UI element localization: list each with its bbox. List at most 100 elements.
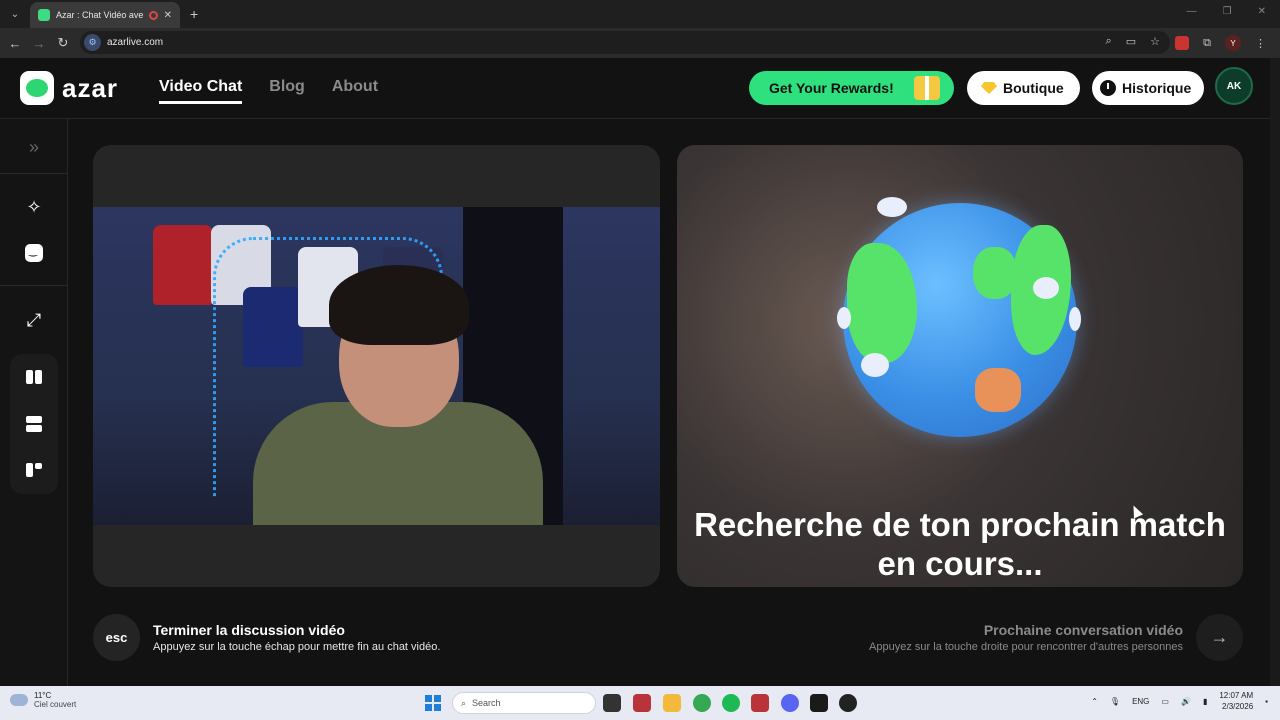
- app-icon[interactable]: [633, 694, 651, 712]
- sidebar-divider: [0, 173, 68, 174]
- self-video-panel: [93, 145, 660, 587]
- gem-icon: [981, 82, 997, 94]
- self-camera-feed: [93, 207, 660, 525]
- volume-icon[interactable]: 🔊: [1181, 697, 1191, 706]
- address-bar[interactable]: ⚙ azarlive.com ⌕ ▭ ☆: [80, 31, 1170, 54]
- historique-button[interactable]: Historique: [1092, 71, 1204, 105]
- tray-chevron-icon[interactable]: ⌃: [1091, 697, 1098, 706]
- double-chevron-right-icon: »: [28, 136, 39, 157]
- azar-logo-icon: [20, 71, 54, 105]
- file-explorer-icon[interactable]: [663, 694, 681, 712]
- browser-toolbar: ← → ↻ ⚙ azarlive.com ⌕ ▭ ☆ ⧉ Y ⋮: [0, 28, 1280, 58]
- browser-tabbar: ⌄ Azar : Chat Vidéo avec de n ✕ + — ❐ ✕: [0, 0, 1280, 28]
- task-view-icon[interactable]: [603, 694, 621, 712]
- system-tray: ⌃ 🎙 ENG ▭ 🔊 ▮ 12:07 AM 2/3/2026 ▪: [1091, 690, 1268, 712]
- os-taskbar: 11°C Ciel couvert ⌕ Search ⌃ 🎙 ENG ▭ 🔊 ▮…: [0, 686, 1280, 720]
- next-chat-title: Prochaine conversation vidéo: [983, 622, 1183, 638]
- historique-label: Historique: [1122, 80, 1192, 96]
- wall-jersey: [153, 225, 213, 305]
- taskbar-clock[interactable]: 12:07 AM 2/3/2026: [1219, 690, 1253, 712]
- main-nav: Video Chat Blog About: [159, 78, 378, 104]
- reload-icon[interactable]: ↻: [51, 35, 75, 51]
- nav-about[interactable]: About: [332, 78, 378, 104]
- url-text: azarlive.com: [107, 37, 164, 48]
- spotify-icon[interactable]: [722, 694, 740, 712]
- app-header: azar Video Chat Blog About Get Your Rewa…: [0, 58, 1270, 119]
- tab-search-icon[interactable]: ⌄: [4, 3, 26, 25]
- sidebar-divider: [0, 285, 68, 286]
- cast-icon[interactable]: ▭: [1126, 35, 1136, 48]
- close-window-icon[interactable]: ✕: [1258, 6, 1266, 17]
- rewards-button[interactable]: Get Your Rewards!: [749, 71, 954, 105]
- boutique-button[interactable]: Boutique: [967, 71, 1080, 105]
- discord-icon[interactable]: [781, 694, 799, 712]
- minimize-icon[interactable]: —: [1187, 6, 1197, 17]
- boutique-label: Boutique: [1003, 80, 1064, 96]
- browser-tab[interactable]: Azar : Chat Vidéo avec de n ✕: [30, 2, 180, 28]
- site-info-icon[interactable]: ⚙: [84, 34, 101, 51]
- nav-blog[interactable]: Blog: [269, 78, 305, 104]
- chrome-icon[interactable]: [693, 694, 711, 712]
- end-chat-button[interactable]: esc: [93, 614, 140, 661]
- weather-widget[interactable]: 11°C Ciel couvert: [10, 691, 76, 709]
- rewards-label: Get Your Rewards!: [769, 80, 894, 96]
- clock-icon: [1100, 80, 1116, 96]
- date-text: 2/3/2026: [1222, 702, 1254, 711]
- microphone-icon[interactable]: 🎙: [1110, 697, 1120, 706]
- end-chat-title: Terminer la discussion vidéo: [153, 622, 345, 638]
- battery-icon[interactable]: ▮: [1203, 697, 1207, 706]
- taskbar-search[interactable]: ⌕ Search: [452, 692, 596, 714]
- bookmark-star-icon[interactable]: ☆: [1150, 35, 1160, 48]
- fullscreen-icon: ⤢: [26, 309, 42, 330]
- azar-logo[interactable]: azar: [20, 71, 118, 105]
- globe-icon: [837, 197, 1081, 437]
- app-icon[interactable]: [810, 694, 828, 712]
- search-icon: ⌕: [461, 697, 467, 708]
- effects-button[interactable]: ✧: [12, 185, 56, 229]
- tab-title: Azar : Chat Vidéo avec de n: [56, 10, 143, 20]
- layout-split-button[interactable]: [12, 355, 56, 399]
- expand-sidebar-button[interactable]: »: [12, 125, 56, 169]
- match-video-panel: Recherche de ton prochain match en cours…: [677, 145, 1243, 587]
- language-indicator[interactable]: ENG: [1132, 697, 1149, 706]
- tab-close-icon[interactable]: ✕: [164, 10, 172, 21]
- user-avatar[interactable]: AK: [1215, 67, 1253, 105]
- network-icon[interactable]: ▭: [1161, 697, 1169, 706]
- taskbar-search-label: Search: [472, 698, 501, 708]
- arrow-right-icon: →: [1210, 627, 1229, 647]
- window-controls: — ❐ ✕: [1187, 6, 1266, 17]
- weather-temp: 11°C: [34, 691, 52, 700]
- new-tab-button[interactable]: +: [190, 6, 198, 22]
- fullscreen-button[interactable]: ⤢: [12, 298, 56, 342]
- face-filter-button[interactable]: [12, 231, 56, 275]
- back-icon[interactable]: ←: [3, 36, 27, 51]
- notifications-icon[interactable]: ▪: [1265, 697, 1268, 706]
- zoom-icon[interactable]: ⌕: [1106, 35, 1112, 48]
- time-text: 12:07 AM: [1219, 691, 1254, 700]
- nav-video-chat[interactable]: Video Chat: [159, 78, 243, 104]
- restore-icon[interactable]: ❐: [1223, 6, 1232, 17]
- app-icon[interactable]: [751, 694, 769, 712]
- page-scrollbar[interactable]: [1270, 58, 1280, 686]
- layout-stack-button[interactable]: [12, 402, 56, 446]
- layout-stack-icon: [26, 416, 42, 432]
- face-filter-icon: [25, 244, 43, 262]
- forward-icon[interactable]: →: [27, 36, 51, 51]
- browser-menu-icon[interactable]: ⋮: [1255, 37, 1266, 50]
- windows-start-icon[interactable]: [425, 695, 441, 711]
- obs-icon[interactable]: [839, 694, 857, 712]
- next-chat-button[interactable]: →: [1196, 614, 1243, 661]
- azar-favicon-icon: [38, 9, 50, 21]
- gift-icon: [914, 76, 940, 100]
- extensions-puzzle-icon[interactable]: ⧉: [1203, 37, 1211, 50]
- searching-status-text: Recherche de ton prochain match en cours…: [694, 506, 1226, 582]
- logo-text: azar: [62, 72, 119, 103]
- layout-mix-button[interactable]: [12, 448, 56, 492]
- magic-wand-icon: ✧: [26, 196, 42, 217]
- profile-avatar[interactable]: Y: [1225, 35, 1241, 51]
- layout-split-icon: [26, 370, 42, 384]
- cloud-icon: [10, 694, 28, 706]
- person-hair: [329, 265, 469, 345]
- sidebar: » ✧ ⤢: [0, 119, 68, 686]
- extension-icon[interactable]: [1175, 36, 1190, 50]
